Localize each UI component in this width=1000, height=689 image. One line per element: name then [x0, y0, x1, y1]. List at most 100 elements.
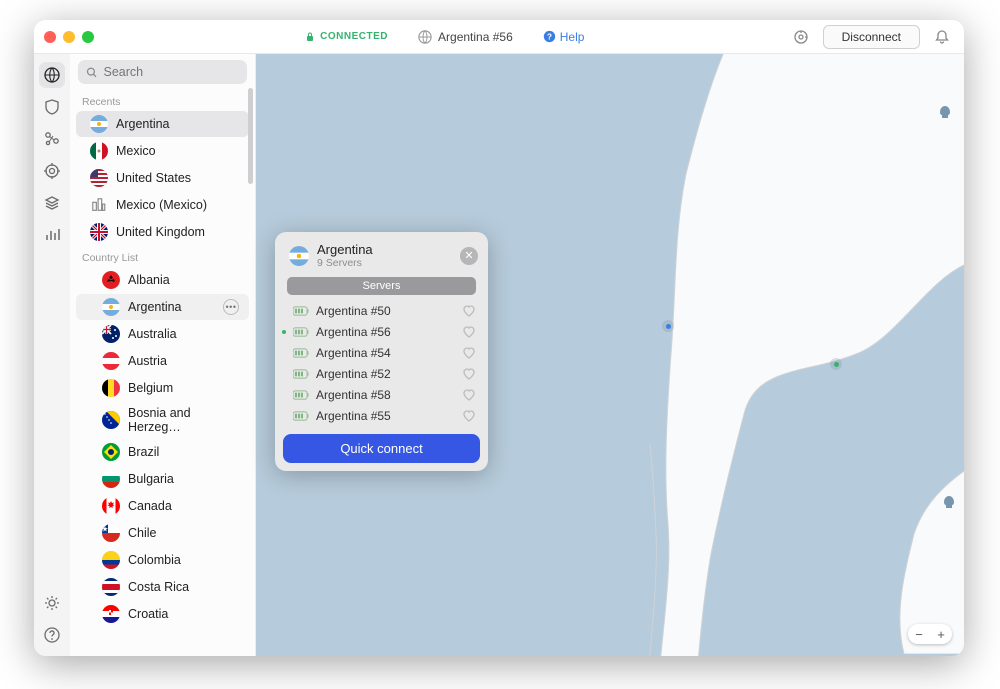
country-item[interactable]: Belgium — [76, 375, 249, 401]
recent-item[interactable]: Mexico (Mexico) — [76, 192, 249, 218]
tree-icon — [936, 104, 954, 125]
current-server[interactable]: Argentina #56 — [418, 30, 513, 44]
rail-stats[interactable] — [39, 222, 65, 248]
favorite-button[interactable] — [462, 304, 476, 318]
recent-item[interactable]: United Kingdom — [76, 219, 249, 245]
shield-icon — [44, 99, 60, 115]
country-label: Chile — [128, 526, 157, 540]
rail-dedicated[interactable] — [39, 158, 65, 184]
country-item[interactable]: Bulgaria — [76, 466, 249, 492]
country-item[interactable]: Albania — [76, 267, 249, 293]
dashboard-button[interactable] — [789, 25, 813, 49]
zoom-out-button[interactable]: − — [915, 627, 923, 642]
country-item[interactable]: Brazil — [76, 439, 249, 465]
recent-label: United Kingdom — [116, 225, 205, 239]
load-icon — [293, 390, 309, 400]
zoom-in-button[interactable]: + — [937, 627, 945, 642]
server-row[interactable]: Argentina #56 — [287, 322, 476, 342]
us-flag-icon — [90, 169, 108, 187]
country-item[interactable]: Argentina ••• — [76, 294, 249, 320]
popover-tab-servers[interactable]: Servers — [287, 277, 476, 295]
country-item[interactable]: Costa Rica — [76, 574, 249, 600]
recent-item[interactable]: United States — [76, 165, 249, 191]
load-icon — [293, 306, 309, 316]
recent-label: Mexico — [116, 144, 156, 158]
load-icon — [293, 411, 309, 421]
rail-countries[interactable] — [39, 62, 65, 88]
favorite-button[interactable] — [462, 388, 476, 402]
favorite-button[interactable] — [462, 367, 476, 381]
country-label: Australia — [128, 327, 177, 341]
server-row[interactable]: Argentina #50 — [287, 301, 476, 321]
country-item[interactable]: Canada — [76, 493, 249, 519]
favorite-button[interactable] — [462, 346, 476, 360]
rail-specialty[interactable] — [39, 126, 65, 152]
bell-icon — [934, 29, 950, 45]
more-button[interactable]: ••• — [223, 299, 239, 315]
server-row[interactable]: Argentina #54 — [287, 343, 476, 363]
at-flag-icon — [102, 352, 120, 370]
favorite-button[interactable] — [462, 409, 476, 423]
country-item[interactable]: Bosnia and Herzeg… — [76, 402, 249, 438]
br-flag-icon — [102, 443, 120, 461]
server-row[interactable]: Argentina #52 — [287, 364, 476, 384]
server-name: Argentina #54 — [316, 346, 391, 360]
rail-help[interactable] — [39, 622, 65, 648]
app-window: CONNECTED Argentina #56 ? Help Disconnec… — [34, 20, 964, 656]
favorite-button[interactable] — [462, 325, 476, 339]
lock-icon — [306, 32, 314, 42]
country-label: Argentina — [128, 300, 182, 314]
quick-connect-button[interactable]: Quick connect — [283, 434, 480, 463]
ar-flag-icon — [102, 298, 120, 316]
window-close-button[interactable] — [44, 31, 56, 43]
tree-icon — [940, 494, 958, 515]
country-label: Belgium — [128, 381, 173, 395]
load-icon — [293, 369, 309, 379]
recent-item[interactable]: Argentina — [76, 111, 249, 137]
target-icon — [44, 163, 60, 179]
server-row[interactable]: Argentina #55 — [287, 406, 476, 426]
city-icon — [90, 196, 108, 214]
connection-status: CONNECTED — [306, 31, 388, 42]
map-marker-active[interactable] — [662, 320, 674, 332]
server-name: Argentina #50 — [316, 304, 391, 318]
globe-icon — [418, 30, 432, 44]
map-marker[interactable] — [830, 358, 842, 370]
be-flag-icon — [102, 379, 120, 397]
load-icon — [293, 327, 309, 337]
search-input[interactable] — [104, 65, 239, 79]
sidebar: Recents ArgentinaMexicoUnited StatesMexi… — [70, 54, 256, 656]
country-label: Croatia — [128, 607, 168, 621]
notifications-button[interactable] — [930, 25, 954, 49]
country-item[interactable]: Chile — [76, 520, 249, 546]
rail-presets[interactable] — [39, 190, 65, 216]
connection-status-text: CONNECTED — [320, 31, 388, 42]
server-popover: Argentina 9 Servers ✕ Servers Argentina … — [275, 232, 488, 471]
stats-icon — [44, 227, 60, 243]
active-dot-icon — [282, 330, 286, 334]
scrollbar-thumb[interactable] — [248, 88, 253, 184]
server-row[interactable]: Argentina #58 — [287, 385, 476, 405]
country-item[interactable]: Croatia — [76, 601, 249, 627]
rail-settings[interactable] — [39, 590, 65, 616]
rail-security[interactable] — [39, 94, 65, 120]
svg-text:?: ? — [547, 32, 552, 41]
country-item[interactable]: Australia — [76, 321, 249, 347]
search-box[interactable] — [78, 60, 247, 84]
window-zoom-button[interactable] — [82, 31, 94, 43]
disconnect-button[interactable]: Disconnect — [823, 25, 920, 49]
mx-flag-icon — [90, 142, 108, 160]
argentina-flag-icon — [289, 246, 309, 266]
disconnect-label: Disconnect — [842, 30, 901, 44]
window-minimize-button[interactable] — [63, 31, 75, 43]
country-item[interactable]: Colombia — [76, 547, 249, 573]
recent-label: Mexico (Mexico) — [116, 198, 207, 212]
country-label: Canada — [128, 499, 172, 513]
recent-item[interactable]: Mexico — [76, 138, 249, 164]
country-label: Bulgaria — [128, 472, 174, 486]
popover-close-button[interactable]: ✕ — [460, 247, 478, 265]
help-link[interactable]: ? Help — [543, 30, 585, 44]
quick-connect-label: Quick connect — [340, 441, 422, 456]
sidebar-list: Recents ArgentinaMexicoUnited StatesMexi… — [70, 90, 255, 656]
country-item[interactable]: Austria — [76, 348, 249, 374]
